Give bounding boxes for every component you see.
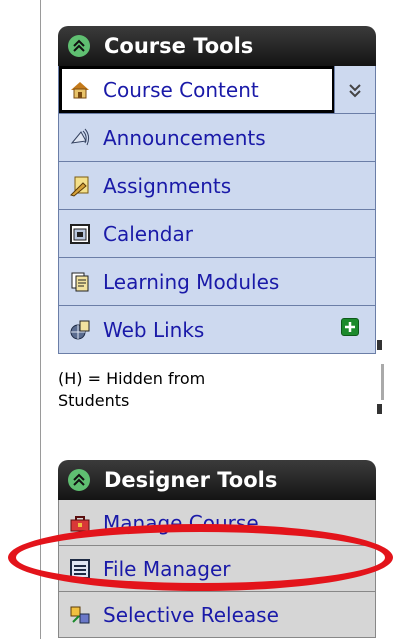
menu-item-course-content[interactable]: Course Content [58,66,376,114]
modules-icon [69,271,91,293]
collapse-icon[interactable] [68,469,90,491]
assignment-pencil-icon [69,175,91,197]
add-link-icon[interactable] [341,318,359,336]
menu-item-label: Course Content [103,77,259,102]
resize-arrow-down-icon[interactable] [377,404,382,414]
menu-item-selective-release[interactable]: Selective Release [58,592,376,638]
menu-item-label: Learning Modules [103,269,280,294]
menu-item-learning-modules[interactable]: Learning Modules [58,258,376,306]
menu-item-announcements[interactable]: Announcements [58,114,376,162]
menu-item-label: Manage Course [103,510,259,535]
left-divider [40,0,41,639]
collapse-icon[interactable] [68,35,90,57]
designer-tools-panel: Designer Tools Manage Course File Manage… [58,460,376,638]
designer-tools-title: Designer Tools [104,468,278,492]
selective-release-icon [69,604,91,626]
menu-item-calendar[interactable]: Calendar [58,210,376,258]
hidden-legend-line1: (H) = Hidden from [58,369,206,388]
menu-item-label: Selective Release [103,602,279,627]
file-manager-icon [69,558,91,580]
hidden-legend-line2: Students [58,391,130,410]
menu-item-label: File Manager [103,556,231,581]
menu-item-manage-course[interactable]: Manage Course [58,500,376,546]
menu-item-web-links[interactable]: Web Links [58,306,376,354]
course-tools-title: Course Tools [104,34,254,58]
expand-menu-button[interactable] [334,66,375,113]
calendar-icon [69,223,91,245]
designer-tools-header: Designer Tools [58,460,376,500]
menu-item-label: Web Links [103,317,205,342]
resize-arrow-up-icon[interactable] [377,340,382,350]
menu-item-label: Assignments [103,173,232,198]
double-chevron-down-icon [349,83,361,97]
menu-item-file-manager[interactable]: File Manager [58,546,376,592]
toolbox-icon [69,512,91,534]
menu-item-assignments[interactable]: Assignments [58,162,376,210]
course-tools-panel: Course Tools Course Content Announcement… [58,26,376,354]
house-icon [69,79,91,101]
course-tools-header: Course Tools [58,26,376,66]
megaphone-icon [69,127,91,149]
splitter-handle[interactable] [380,364,384,400]
globe-link-icon [69,319,91,341]
menu-item-label: Announcements [103,125,266,150]
menu-item-label: Calendar [103,221,193,246]
hidden-legend: (H) = Hidden from Students [58,368,358,412]
